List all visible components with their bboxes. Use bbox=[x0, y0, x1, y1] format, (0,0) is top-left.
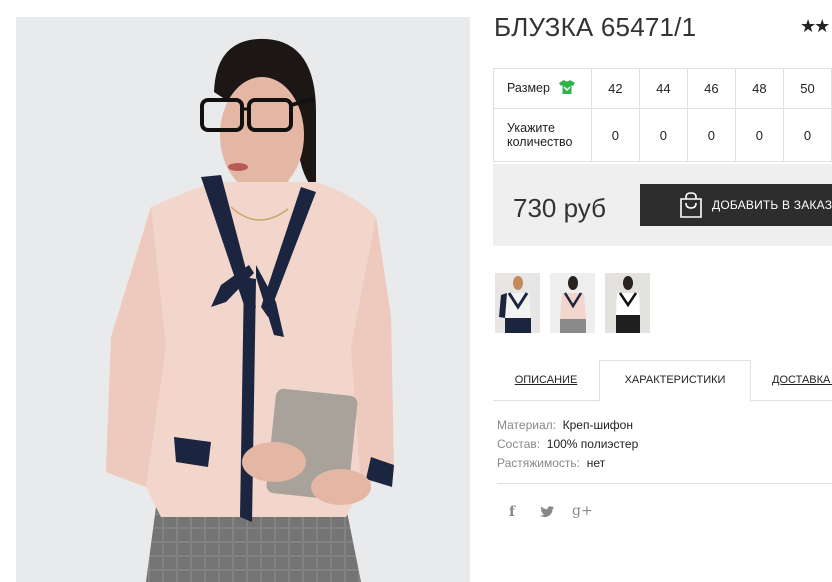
tab-characteristics-label: ХАРАКТЕРИСТИКИ bbox=[624, 374, 726, 386]
spec-value: нет bbox=[586, 456, 606, 470]
spec-row: Состав: 100% полиэстер bbox=[497, 435, 638, 454]
tab-characteristics[interactable]: ХАРАКТЕРИСТИКИ bbox=[599, 360, 751, 402]
quantity-input[interactable]: 0 bbox=[638, 108, 688, 162]
characteristics-list: Материал: Креп-шифон Состав: 100% полиэс… bbox=[497, 416, 638, 473]
price-box: 730 руб ДОБАВИТЬ В ЗАКАЗ bbox=[493, 164, 832, 246]
size-option[interactable]: 48 bbox=[734, 68, 784, 109]
quantity-input[interactable]: 0 bbox=[782, 108, 832, 162]
tab-description-label: ОПИСАНИЕ bbox=[514, 374, 578, 386]
price: 730 руб bbox=[513, 193, 606, 223]
twitter-icon[interactable] bbox=[540, 506, 554, 522]
google-plus-icon[interactable]: g+ bbox=[572, 503, 593, 519]
tab-description[interactable]: ОПИСАНИЕ bbox=[493, 361, 599, 400]
product-title: БЛУЗКА 65471/1 bbox=[494, 12, 697, 42]
quantity-input[interactable]: 0 bbox=[590, 108, 640, 162]
tab-delivery-label: ДОСТАВКА И bbox=[772, 374, 832, 386]
shopping-bag-icon bbox=[679, 192, 703, 221]
size-option[interactable]: 46 bbox=[686, 68, 736, 109]
size-option[interactable]: 44 bbox=[638, 68, 688, 109]
thumbnail-2[interactable] bbox=[550, 273, 595, 333]
add-to-order-label: ДОБАВИТЬ В ЗАКАЗ bbox=[712, 198, 832, 212]
size-label: Размер bbox=[507, 80, 550, 95]
main-product-photo[interactable] bbox=[16, 17, 470, 582]
quantity-label: Укажите количество bbox=[493, 108, 592, 162]
size-quantity-table: Размер 42 44 46 48 50 Укажите количество… bbox=[493, 68, 832, 162]
size-option[interactable]: 50 bbox=[782, 68, 832, 109]
spec-row: Материал: Креп-шифон bbox=[497, 416, 638, 435]
spec-key: Состав: bbox=[497, 437, 541, 451]
size-chart-shirt-icon[interactable] bbox=[559, 80, 576, 97]
spec-row: Растяжимость: нет bbox=[497, 454, 638, 473]
spec-value: Креп-шифон bbox=[562, 418, 633, 432]
quantity-input[interactable]: 0 bbox=[734, 108, 784, 162]
thumbnail-3[interactable] bbox=[605, 273, 650, 333]
spec-key: Материал: bbox=[497, 418, 556, 432]
size-option[interactable]: 42 bbox=[590, 68, 640, 109]
spec-key: Растяжимость: bbox=[497, 456, 581, 470]
spec-value: 100% полиэстер bbox=[546, 437, 639, 451]
tab-delivery[interactable]: ДОСТАВКА И bbox=[751, 361, 832, 400]
facebook-icon[interactable]: f bbox=[509, 504, 515, 520]
social-divider bbox=[497, 483, 832, 484]
rating-stars[interactable]: ★★ bbox=[800, 16, 830, 37]
quantity-input[interactable]: 0 bbox=[686, 108, 736, 162]
add-to-order-button[interactable]: ДОБАВИТЬ В ЗАКАЗ bbox=[640, 184, 832, 226]
thumbnail-1[interactable] bbox=[495, 273, 540, 333]
size-label-cell: Размер bbox=[493, 68, 592, 109]
